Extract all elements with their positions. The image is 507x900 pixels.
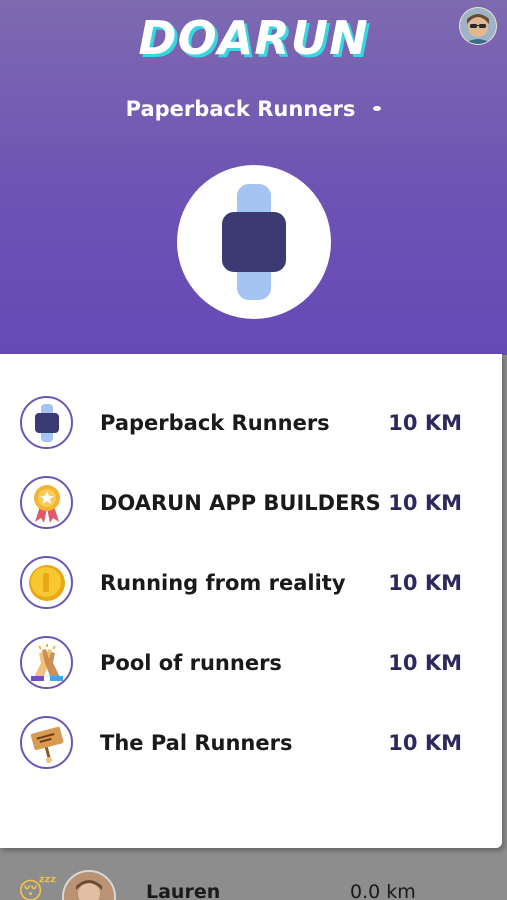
avatar [62, 870, 116, 900]
smartwatch-icon [222, 184, 286, 300]
group-name: Pool of runners [100, 651, 282, 675]
dropdown-item-the-pal-runners[interactable]: The Pal Runners 10 KM [0, 704, 502, 784]
group-distance: 10 KM [388, 651, 462, 675]
coin-icon [20, 556, 73, 609]
high-five-icon [20, 636, 73, 689]
sleeping-face-icon: 😴 [18, 877, 57, 900]
dropdown-item-paperback-runners[interactable]: Paperback Runners 10 KM [0, 384, 502, 464]
group-badge [177, 165, 331, 319]
chevron-down-icon [373, 105, 382, 111]
dropdown-item-pool-of-runners[interactable]: Pool of runners 10 KM [0, 624, 502, 704]
medal-icon [20, 476, 73, 529]
dropdown-item-running-from-reality[interactable]: Running from reality 10 KM [0, 544, 502, 624]
group-name: Paperback Runners [100, 411, 330, 435]
group-name: The Pal Runners [100, 731, 293, 755]
group-name: Running from reality [100, 571, 346, 595]
user-avatar[interactable] [459, 7, 497, 45]
group-selector[interactable]: Paperback Runners [0, 94, 507, 124]
group-distance: 10 KM [388, 491, 462, 515]
group-dropdown: Paperback Runners 10 KM DOARUN APP BUILD… [0, 354, 502, 848]
group-distance: 10 KM [388, 731, 462, 755]
group-name: DOARUN APP BUILDERS [100, 491, 381, 515]
app-logo: DOARUN [138, 11, 369, 65]
app-screen: 😴 Lauren 0.0 km DOARUN Paperback Runners… [0, 0, 507, 900]
group-selector-label: Paperback Runners [125, 97, 356, 121]
group-distance: 10 KM [388, 571, 462, 595]
group-distance: 10 KM [388, 411, 462, 435]
smartwatch-icon [20, 396, 73, 449]
dropdown-item-doarun-app-builders[interactable]: DOARUN APP BUILDERS 10 KM [0, 464, 502, 544]
runner-distance: 0.0 km [350, 881, 416, 900]
runner-name: Lauren [146, 881, 221, 900]
header: DOARUN Paperback Runners [0, 0, 507, 355]
leaderboard-row[interactable]: 😴 Lauren 0.0 km [0, 850, 507, 900]
you-can-do-it-sign-icon [20, 716, 73, 769]
